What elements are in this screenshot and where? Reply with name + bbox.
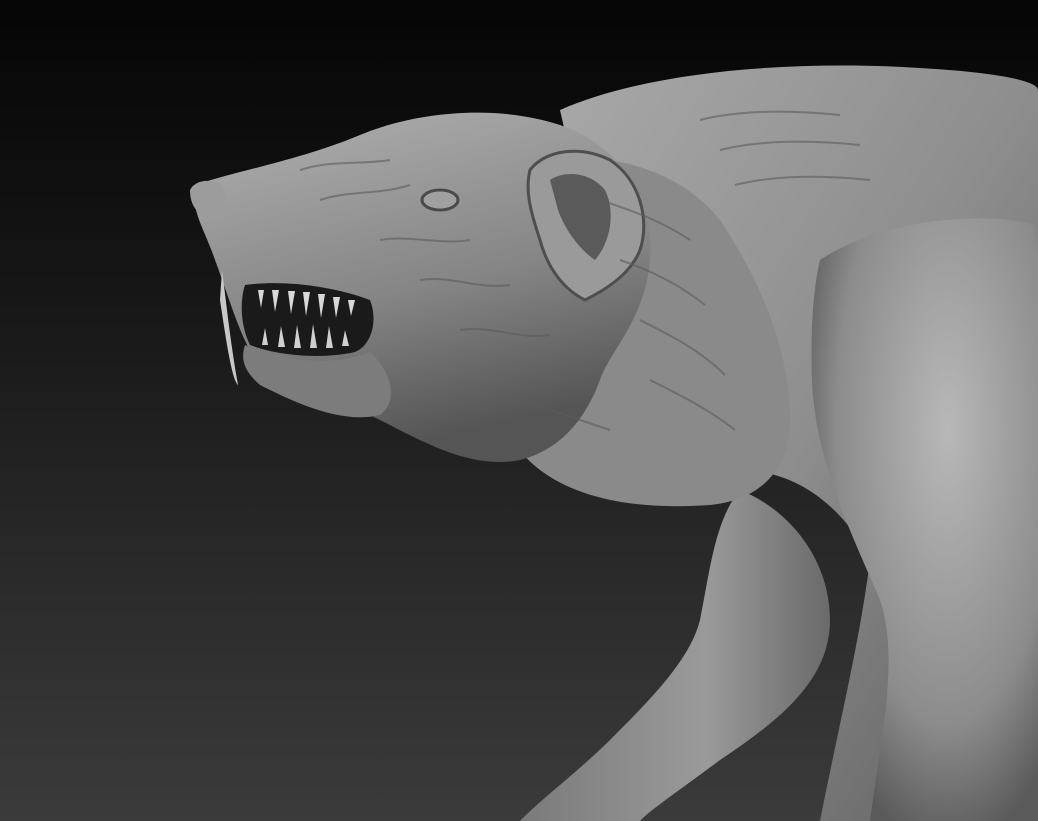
- front-leg: [520, 490, 830, 821]
- nose: [190, 180, 226, 216]
- sculpt-viewport: [0, 0, 1038, 821]
- creature-render: [190, 65, 1038, 821]
- eye: [420, 188, 460, 212]
